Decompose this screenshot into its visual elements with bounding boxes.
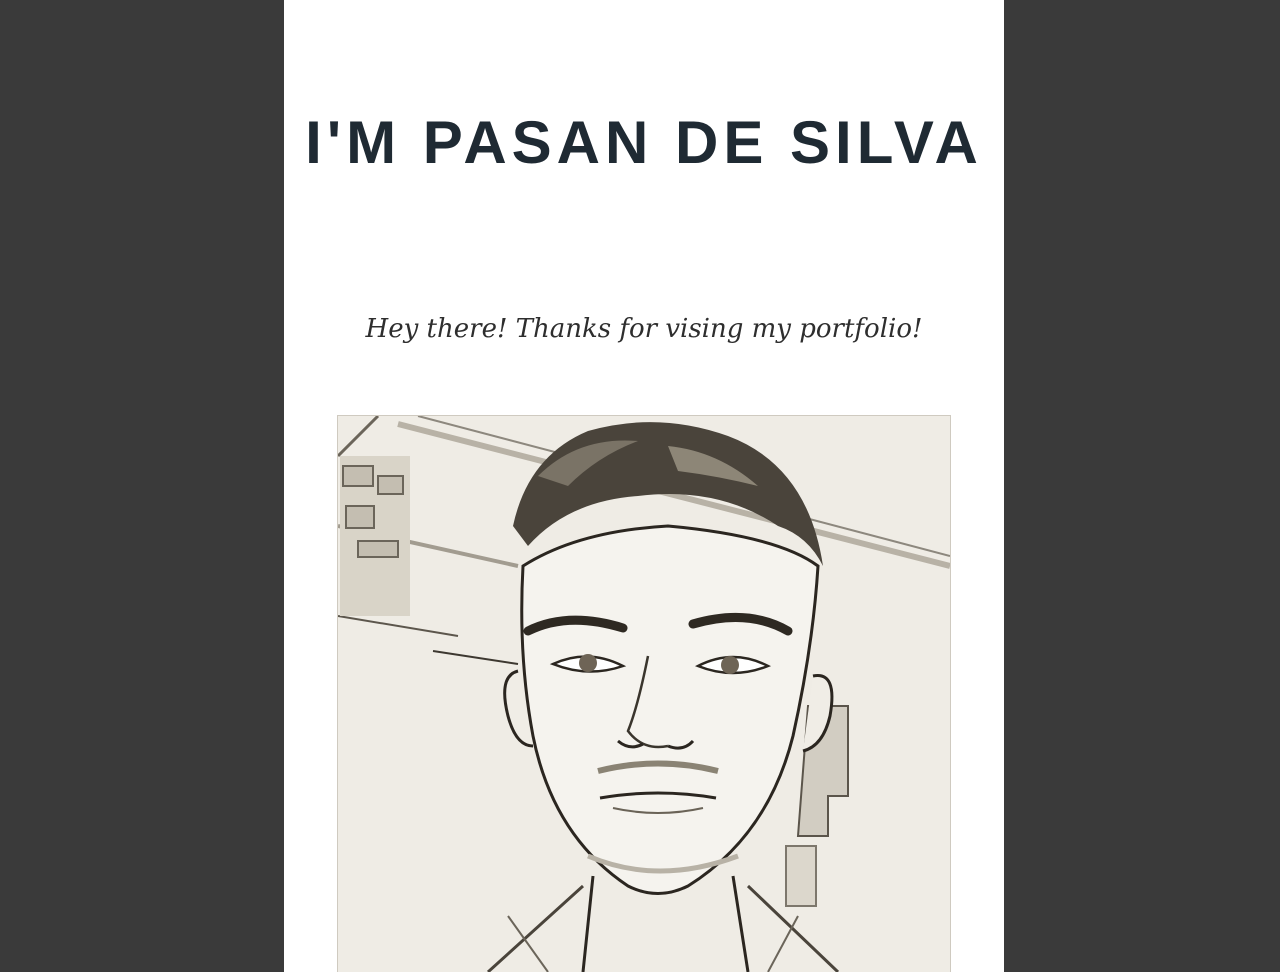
page-title: I'M PASAN DE SILVA <box>305 109 983 176</box>
portfolio-page: I'M PASAN DE SILVA Hey there! Thanks for… <box>284 0 1004 972</box>
page-subtitle: Hey there! Thanks for vising my portfoli… <box>365 314 923 344</box>
profile-photo <box>337 415 951 972</box>
profile-sketch-icon <box>338 416 950 972</box>
